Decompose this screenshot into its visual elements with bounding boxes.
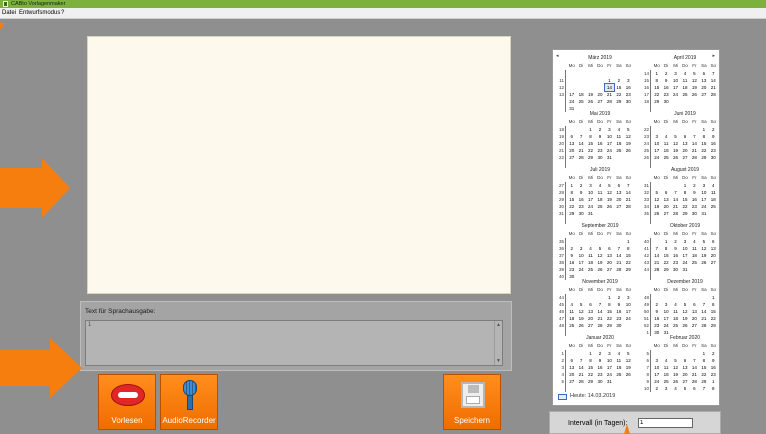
arrow-icon [0,14,4,30]
arrow-icon [0,338,82,398]
annotation-arrows [0,14,630,434]
arrow-icon [0,158,70,218]
arrow-icon [624,424,630,434]
